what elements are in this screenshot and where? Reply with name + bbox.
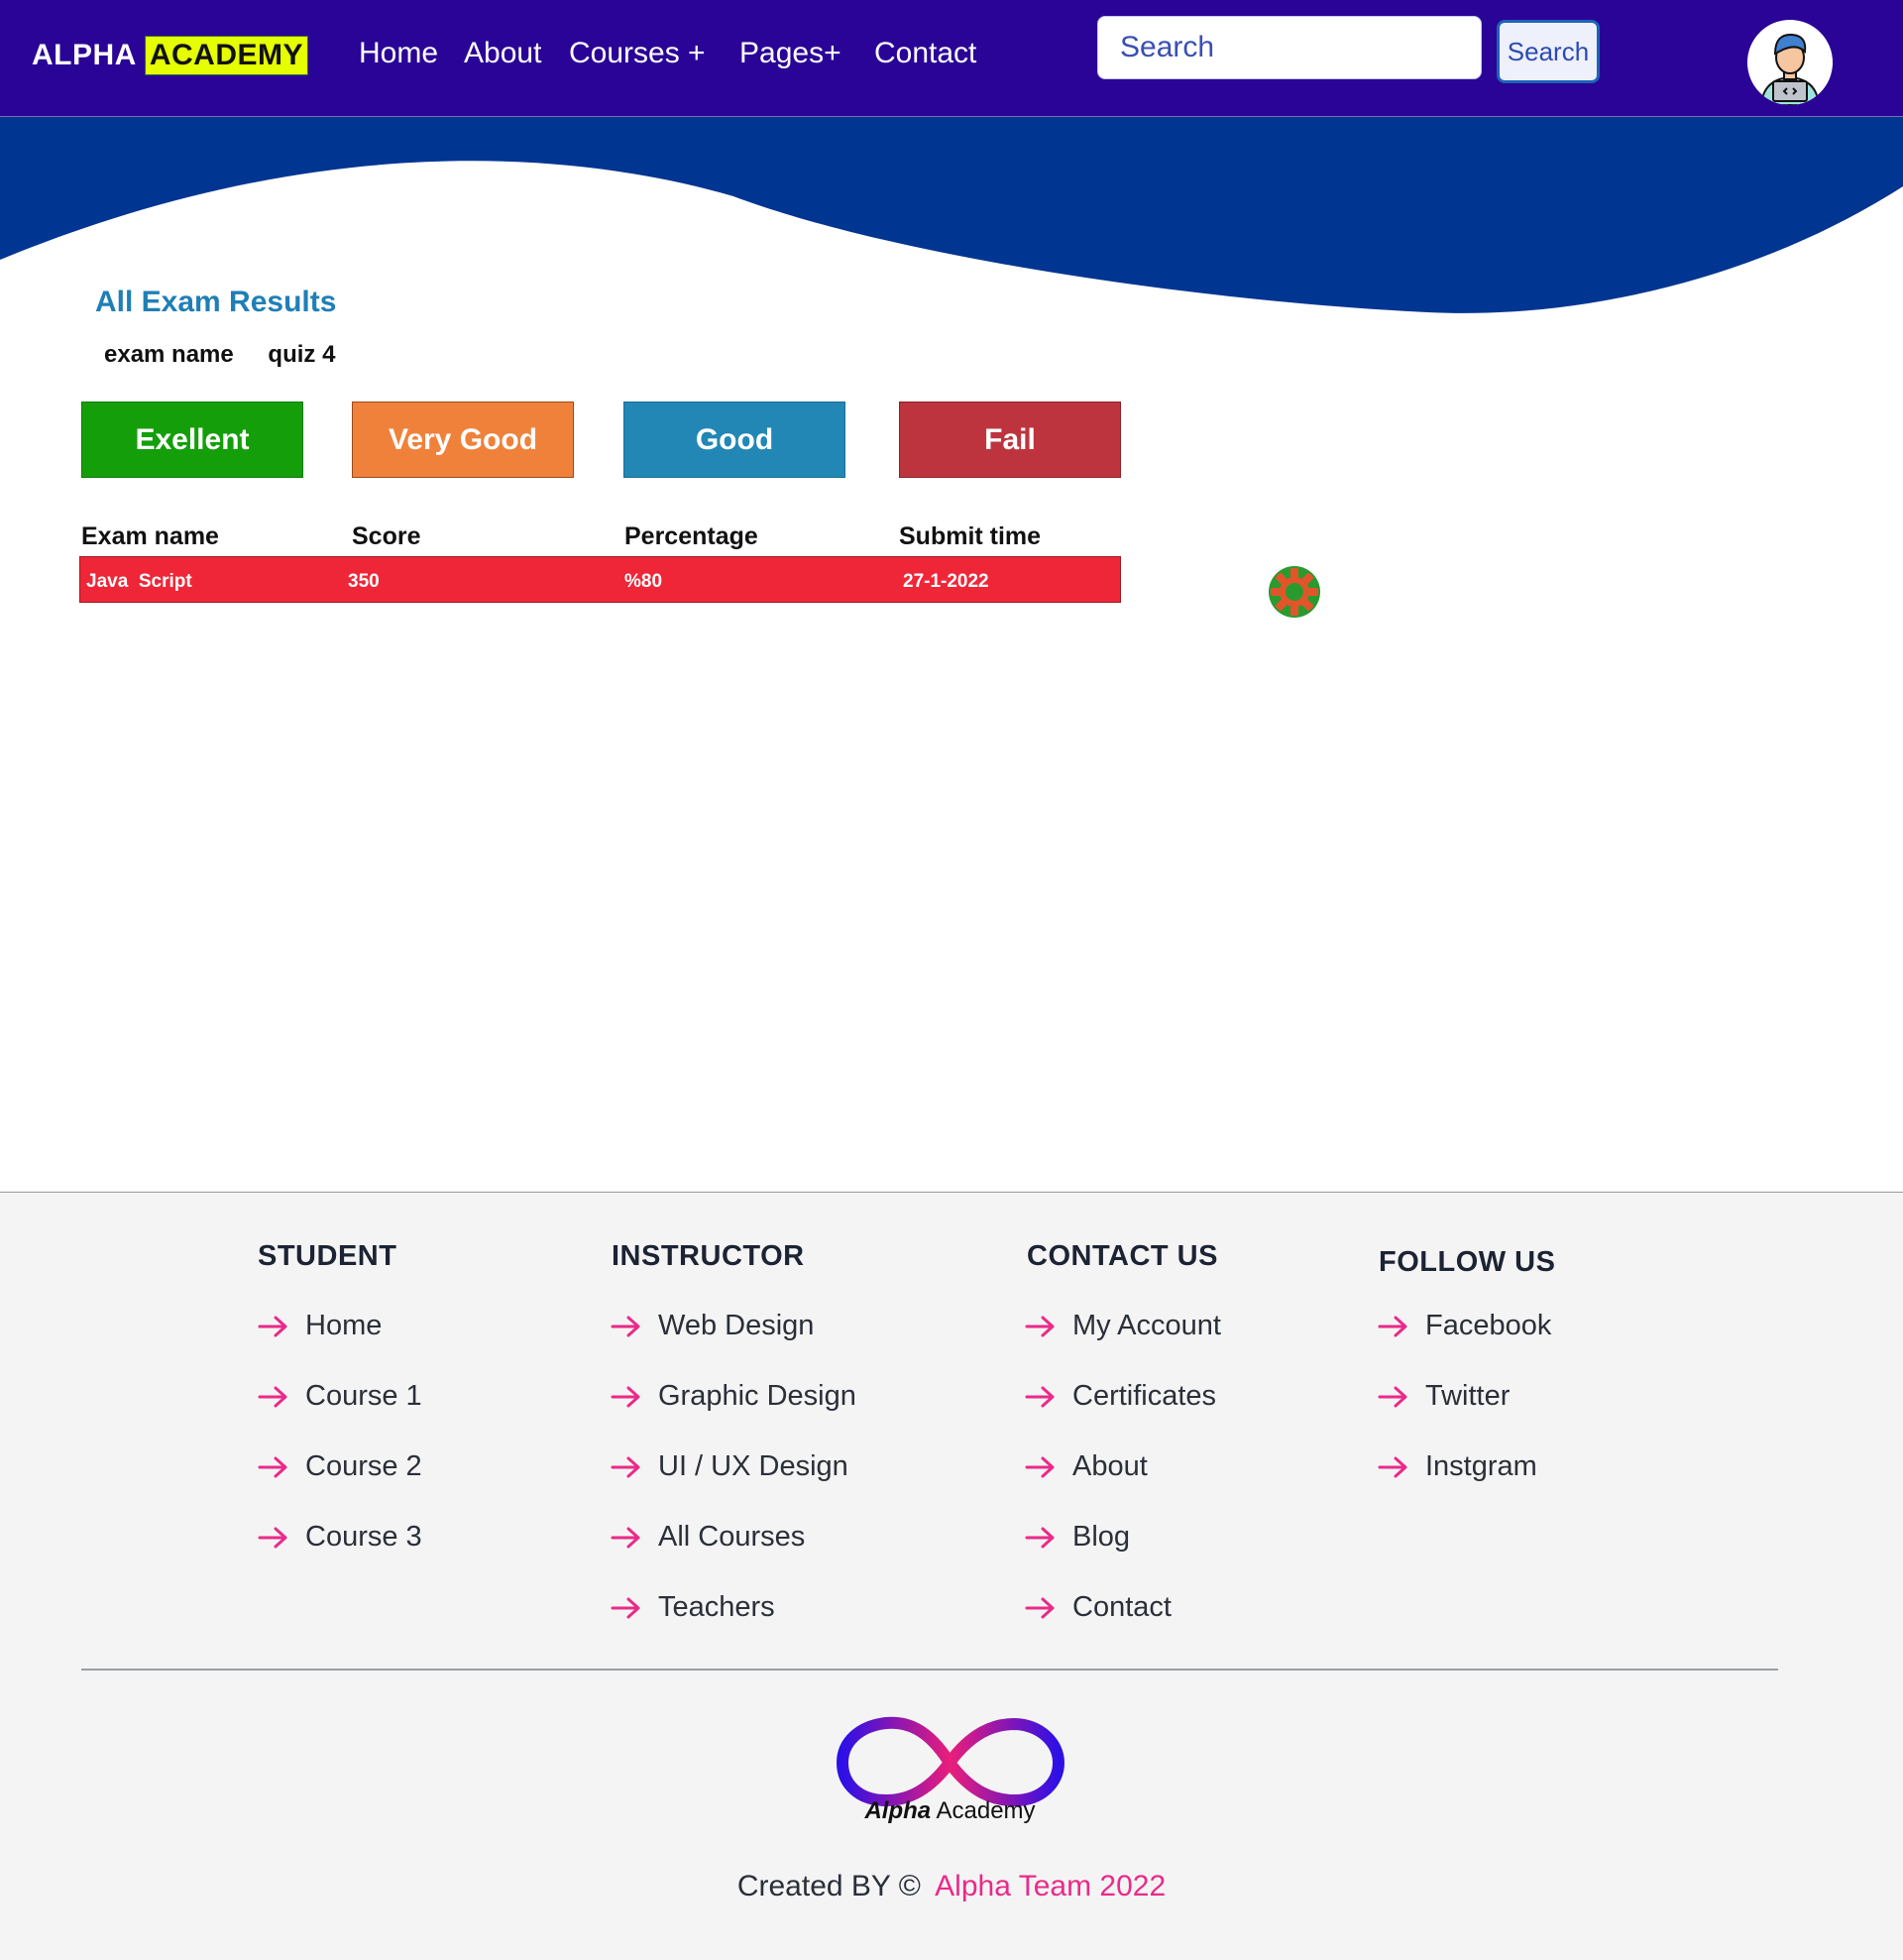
- cell-submit-time: 27-1-2022: [903, 571, 989, 592]
- footer-link-label: Course 1: [305, 1380, 422, 1412]
- arrow-right-icon: [1025, 1386, 1055, 1407]
- gear-icon[interactable]: [1268, 565, 1321, 619]
- grade-excellent-button[interactable]: Exellent: [81, 402, 303, 478]
- arrow-right-icon: [1378, 1456, 1407, 1477]
- brand-word-academy: ACADEMY: [144, 36, 309, 75]
- footer-link-label: Course 3: [305, 1521, 422, 1553]
- footer-link-facebook[interactable]: Facebook: [1378, 1310, 1551, 1342]
- grade-fail-button[interactable]: Fail: [899, 402, 1121, 478]
- footer-link-about[interactable]: About: [1025, 1450, 1148, 1483]
- nav-contact[interactable]: Contact: [874, 37, 976, 70]
- arrow-right-icon: [611, 1316, 640, 1336]
- navbar: ALPHA ACADEMY Home About Courses + Pages…: [0, 0, 1903, 117]
- logo-text-alpha: Alpha: [864, 1797, 932, 1824]
- arrow-right-icon: [1025, 1597, 1055, 1618]
- brand-word-alpha: ALPHA: [32, 39, 137, 71]
- exam-name-value: quiz 4: [268, 341, 336, 368]
- cell-exam-name: Java Script: [86, 571, 192, 592]
- credit-prefix: Created BY ©: [736, 1870, 921, 1902]
- footer-heading-instructor: INSTRUCTOR: [612, 1240, 805, 1272]
- page-title: All Exam Results: [95, 286, 337, 318]
- footer-link-blog[interactable]: Blog: [1025, 1521, 1130, 1554]
- footer-link-instagram[interactable]: Instgram: [1378, 1450, 1537, 1483]
- footer-link-my-account[interactable]: My Account: [1025, 1310, 1221, 1342]
- footer-link-label: Graphic Design: [658, 1380, 856, 1412]
- footer-link-all-courses[interactable]: All Courses: [611, 1521, 805, 1554]
- footer-link-course-2[interactable]: Course 2: [258, 1450, 422, 1483]
- footer-link-home[interactable]: Home: [258, 1310, 382, 1342]
- cell-score: 350: [348, 571, 380, 592]
- logo-text-academy: Academy: [936, 1797, 1036, 1824]
- user-avatar[interactable]: [1747, 20, 1833, 105]
- footer-link-twitter[interactable]: Twitter: [1378, 1380, 1510, 1413]
- nav-home[interactable]: Home: [359, 37, 438, 70]
- footer-link-label: Contact: [1072, 1591, 1172, 1623]
- exam-name-label: exam name: [104, 341, 234, 368]
- footer-link-label: Course 2: [305, 1450, 422, 1482]
- nav-pages-dropdown[interactable]: Pages+: [739, 37, 841, 70]
- credit-team-link[interactable]: Alpha Team 2022: [935, 1870, 1166, 1902]
- arrow-right-icon: [1025, 1527, 1055, 1548]
- footer-link-contact[interactable]: Contact: [1025, 1591, 1172, 1624]
- footer-link-course-1[interactable]: Course 1: [258, 1380, 422, 1413]
- search-button[interactable]: Search: [1497, 20, 1600, 83]
- footer-link-label: Twitter: [1425, 1380, 1511, 1412]
- footer-link-teachers[interactable]: Teachers: [611, 1591, 775, 1624]
- footer-heading-contact-us: CONTACT US: [1027, 1240, 1218, 1272]
- arrow-right-icon: [611, 1386, 640, 1407]
- developer-avatar-icon: [1747, 20, 1833, 105]
- column-header-percentage: Percentage: [624, 522, 758, 550]
- footer-divider: [81, 1669, 1778, 1671]
- footer-link-label: Teachers: [658, 1591, 775, 1623]
- arrow-right-icon: [611, 1456, 640, 1477]
- arrow-right-icon: [611, 1527, 640, 1548]
- footer-link-web-design[interactable]: Web Design: [611, 1310, 814, 1342]
- arrow-right-icon: [1378, 1316, 1407, 1336]
- arrow-right-icon: [258, 1456, 287, 1477]
- arrow-right-icon: [611, 1597, 640, 1618]
- arrow-right-icon: [1378, 1386, 1407, 1407]
- arrow-right-icon: [258, 1527, 287, 1548]
- logo-text: Alpha Academy: [829, 1797, 1071, 1825]
- footer: STUDENT Home Course 1 Course 2 Course 3 …: [0, 1192, 1903, 1960]
- arrow-right-icon: [258, 1316, 287, 1336]
- footer-link-label: Instgram: [1425, 1450, 1537, 1482]
- grade-good-button[interactable]: Good: [623, 402, 845, 478]
- nav-courses-dropdown[interactable]: Courses +: [569, 37, 706, 70]
- footer-link-label: Facebook: [1425, 1310, 1552, 1341]
- arrow-right-icon: [1025, 1456, 1055, 1477]
- footer-credit: Created BY © Alpha Team 2022: [0, 1870, 1903, 1903]
- footer-link-label: Web Design: [658, 1310, 815, 1341]
- footer-link-label: Certificates: [1072, 1380, 1217, 1412]
- footer-link-label: Blog: [1072, 1521, 1131, 1553]
- footer-link-certificates[interactable]: Certificates: [1025, 1380, 1216, 1413]
- footer-link-course-3[interactable]: Course 3: [258, 1521, 422, 1554]
- grade-very-good-button[interactable]: Very Good: [352, 402, 574, 478]
- brand-logo[interactable]: ALPHA ACADEMY: [32, 32, 309, 79]
- footer-link-label: Home: [305, 1310, 383, 1341]
- arrow-right-icon: [1025, 1316, 1055, 1336]
- column-header-exam-name: Exam name: [81, 522, 219, 550]
- footer-link-label: UI / UX Design: [658, 1450, 848, 1482]
- footer-link-label: About: [1072, 1450, 1148, 1482]
- footer-link-label: My Account: [1072, 1310, 1221, 1341]
- footer-link-label: All Courses: [658, 1521, 806, 1553]
- footer-link-ui-ux-design[interactable]: UI / UX Design: [611, 1450, 848, 1483]
- footer-heading-student: STUDENT: [258, 1240, 397, 1272]
- footer-link-graphic-design[interactable]: Graphic Design: [611, 1380, 856, 1413]
- nav-about[interactable]: About: [464, 37, 541, 70]
- footer-heading-follow-us: FOLLOW US: [1379, 1246, 1556, 1278]
- arrow-right-icon: [258, 1386, 287, 1407]
- column-header-score: Score: [352, 522, 421, 550]
- cell-percentage: %80: [624, 571, 663, 592]
- column-header-submit-time: Submit time: [899, 522, 1042, 550]
- exam-meta: exam name quiz 4: [104, 341, 335, 369]
- search-input[interactable]: [1097, 16, 1482, 79]
